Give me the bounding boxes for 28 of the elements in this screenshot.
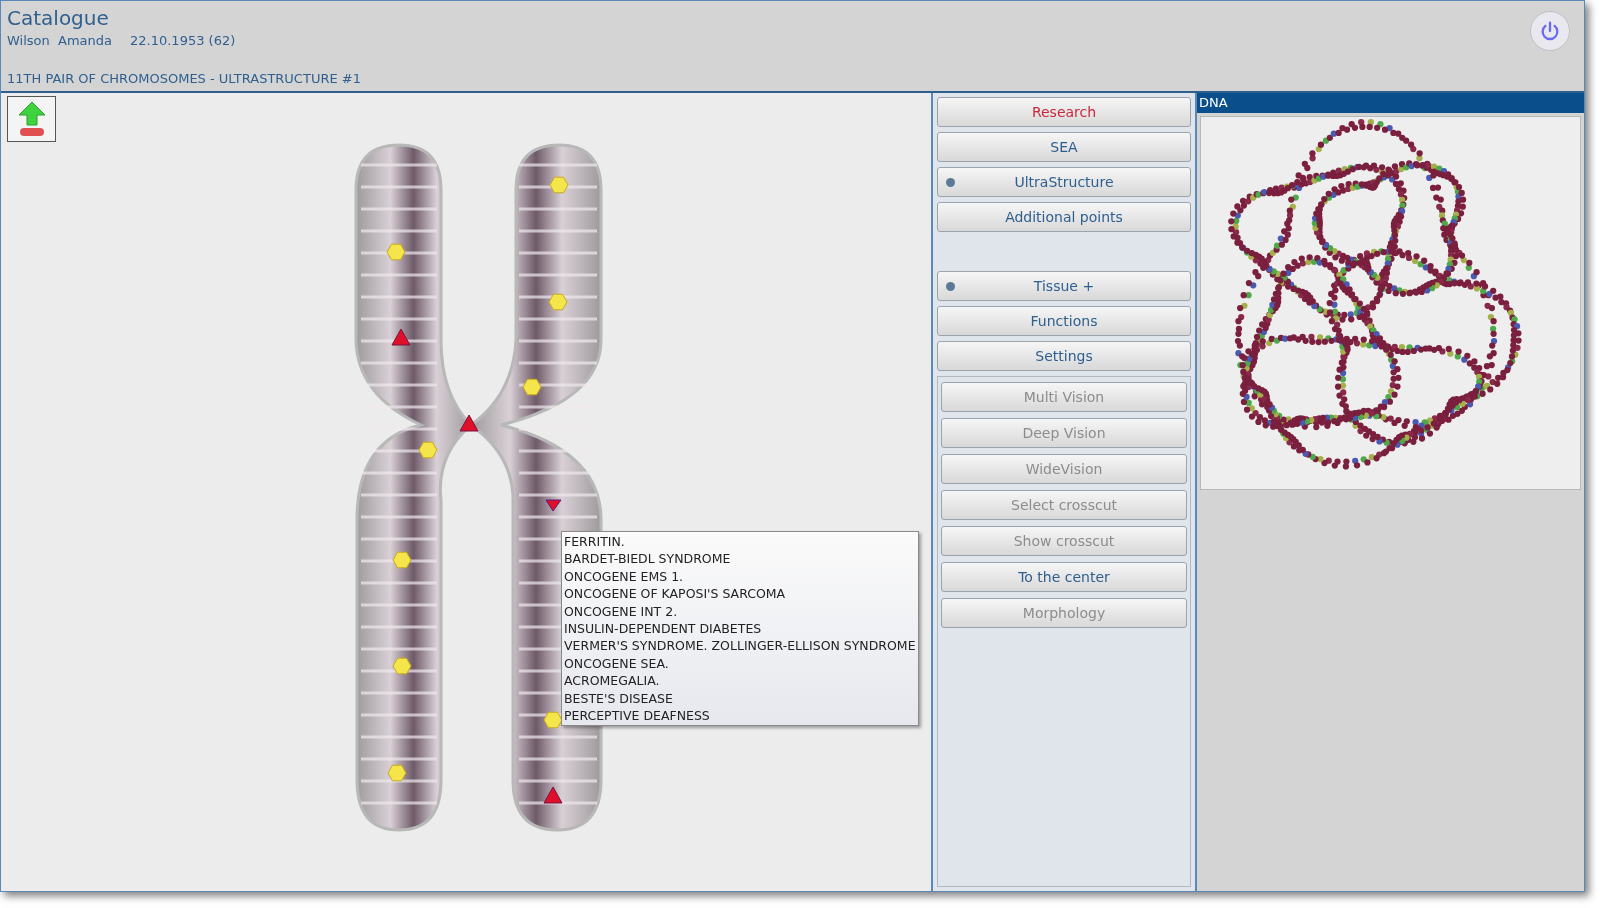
menu-button[interactable]: Tissue + xyxy=(937,271,1191,301)
tooltip-entry: INSULIN-DEPENDENT DIABETES xyxy=(564,620,763,638)
power-icon xyxy=(1539,20,1561,42)
window-title: Catalogue xyxy=(7,5,110,31)
tooltip-entry: BARDET-BIEDL SYNDROME xyxy=(564,550,732,568)
power-button[interactable] xyxy=(1530,11,1570,51)
tooltip-entry: ONCOGENE INT 2. xyxy=(564,602,679,621)
tooltip-entry: ONCOGENE OF KAPOSI'S SARCOMA xyxy=(564,585,787,603)
menu-button[interactable]: Additional points xyxy=(937,202,1191,232)
tooltip-entry: ONCOGENE EMS 1. xyxy=(564,567,685,586)
menu-button[interactable]: Settings xyxy=(937,341,1191,371)
up-arrow-icon xyxy=(16,101,47,137)
section-title: 11TH PAIR OF CHROMOSOMES - ULTRASTRUCTURE #1 xyxy=(7,69,361,88)
menu-button[interactable]: Research xyxy=(937,97,1191,127)
tooltip-entry: PERCEPTIVE DEAFNESS xyxy=(564,707,711,725)
menu-button[interactable]: SEA xyxy=(937,132,1191,162)
upload-button[interactable] xyxy=(7,96,56,142)
tooltip-entry: VERMER'S SYNDROME. ZOLLINGER-ELLISON SYNDROME xyxy=(564,637,916,655)
tooltip-entry: ONCOGENE SEA. xyxy=(564,654,670,673)
tooltip-entry: FERRITIN. xyxy=(564,533,626,551)
menu-button[interactable]: UltraStructure xyxy=(937,167,1191,197)
panel-title: DNA xyxy=(1197,93,1584,113)
tooltip-entry: ACROMEGALIA. xyxy=(564,672,661,690)
tooltip-entry: BESTE'S DISEASE xyxy=(564,689,674,708)
view-button[interactable]: To the center xyxy=(941,562,1187,592)
menu-button[interactable]: Functions xyxy=(937,306,1191,336)
birth-date: 22.10.1953 (62) xyxy=(130,32,236,50)
patient-name: Wilson Amanda xyxy=(7,32,112,50)
